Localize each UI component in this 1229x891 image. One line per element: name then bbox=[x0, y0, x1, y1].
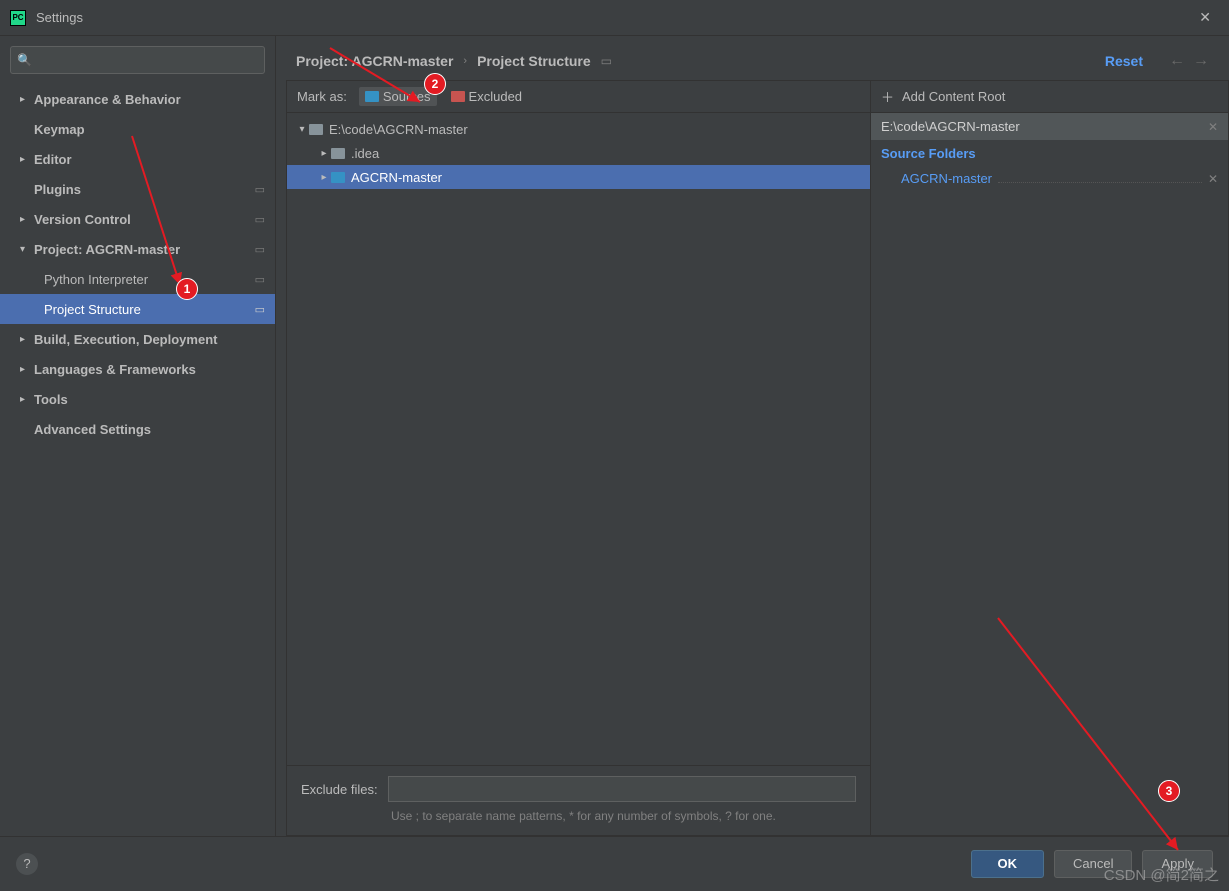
ok-button[interactable]: OK bbox=[971, 850, 1045, 878]
back-icon[interactable]: ← bbox=[1169, 52, 1185, 70]
nav-appearance[interactable]: ▸Appearance & Behavior bbox=[0, 84, 275, 114]
app-icon: PC bbox=[10, 10, 26, 26]
chevron-right-icon[interactable]: ▸ bbox=[317, 148, 331, 159]
search-icon: 🔍 bbox=[17, 53, 32, 67]
mark-excluded-button[interactable]: Excluded bbox=[445, 87, 528, 106]
annotation-2: 2 bbox=[424, 73, 446, 95]
content-root-row[interactable]: E:\code\AGCRN-master ✕ bbox=[871, 113, 1228, 140]
settings-nav: ▸Appearance & Behavior ▸Keymap ▸Editor ▸… bbox=[0, 84, 275, 836]
modified-icon: ▭ bbox=[255, 303, 265, 316]
content-root-panel: ＋ Add Content Root E:\code\AGCRN-master … bbox=[871, 80, 1229, 836]
nav-build[interactable]: ▸Build, Execution, Deployment bbox=[0, 324, 275, 354]
exclude-files-row: Exclude files: Use ; to separate name pa… bbox=[287, 765, 870, 835]
reset-link[interactable]: Reset bbox=[1105, 53, 1143, 69]
folder-excluded-icon bbox=[451, 91, 465, 102]
mark-as-bar: Mark as: Sources Excluded bbox=[287, 81, 870, 113]
nav-keymap[interactable]: ▸Keymap bbox=[0, 114, 275, 144]
exclude-files-label: Exclude files: bbox=[301, 782, 378, 797]
chevron-right-icon[interactable]: ▸ bbox=[317, 172, 331, 183]
folder-icon bbox=[309, 124, 323, 135]
source-folder-item[interactable]: AGCRN-master ✕ bbox=[871, 167, 1228, 190]
window-title: Settings bbox=[36, 10, 1191, 25]
folder-icon bbox=[331, 148, 345, 159]
nav-editor[interactable]: ▸Editor bbox=[0, 144, 275, 174]
body-row: Mark as: Sources Excluded ▾ E:\code\AGCR bbox=[276, 80, 1229, 836]
modified-icon: ▭ bbox=[255, 243, 265, 256]
breadcrumb-page: Project Structure bbox=[477, 53, 591, 69]
chevron-right-icon: › bbox=[463, 55, 467, 67]
folder-sources-icon bbox=[331, 172, 345, 183]
tree-item-idea[interactable]: ▸ .idea bbox=[287, 141, 870, 165]
sidebar: 🔍 ▸Appearance & Behavior ▸Keymap ▸Editor… bbox=[0, 36, 276, 836]
chevron-down-icon[interactable]: ▾ bbox=[295, 124, 309, 135]
help-button[interactable]: ? bbox=[16, 853, 38, 875]
add-content-root-button[interactable]: ＋ Add Content Root bbox=[871, 81, 1228, 113]
plus-icon: ＋ bbox=[881, 87, 894, 106]
folder-tree: ▾ E:\code\AGCRN-master ▸ .idea ▸ AGCRN-m… bbox=[287, 113, 870, 765]
nav-plugins[interactable]: ▸Plugins▭ bbox=[0, 174, 275, 204]
remove-root-icon[interactable]: ✕ bbox=[1208, 120, 1218, 134]
source-folders-heading: Source Folders bbox=[871, 140, 1228, 167]
tree-item-agcrn[interactable]: ▸ AGCRN-master bbox=[287, 165, 870, 189]
watermark: CSDN @简2简之 bbox=[1104, 864, 1219, 885]
main: 🔍 ▸Appearance & Behavior ▸Keymap ▸Editor… bbox=[0, 36, 1229, 836]
exclude-files-input[interactable] bbox=[388, 776, 856, 802]
breadcrumb: Project: AGCRN-master › Project Structur… bbox=[276, 36, 1229, 80]
nav-project-structure[interactable]: Project Structure▭ bbox=[0, 294, 275, 324]
close-icon[interactable]: ✕ bbox=[1191, 5, 1219, 30]
modified-icon: ▭ bbox=[255, 273, 265, 286]
annotation-1: 1 bbox=[176, 278, 198, 300]
search-input-wrapper[interactable]: 🔍 bbox=[10, 46, 265, 74]
forward-icon[interactable]: → bbox=[1193, 52, 1209, 70]
mark-as-label: Mark as: bbox=[297, 89, 347, 104]
breadcrumb-project[interactable]: Project: AGCRN-master bbox=[296, 53, 453, 69]
titlebar: PC Settings ✕ bbox=[0, 0, 1229, 36]
nav-advanced[interactable]: ▸Advanced Settings bbox=[0, 414, 275, 444]
structure-panel: Mark as: Sources Excluded ▾ E:\code\AGCR bbox=[286, 80, 871, 836]
nav-project[interactable]: ▾Project: AGCRN-master▭ bbox=[0, 234, 275, 264]
exclude-files-hint: Use ; to separate name patterns, * for a… bbox=[391, 808, 856, 825]
nav-languages[interactable]: ▸Languages & Frameworks bbox=[0, 354, 275, 384]
annotation-3: 3 bbox=[1158, 780, 1180, 802]
tree-root[interactable]: ▾ E:\code\AGCRN-master bbox=[287, 117, 870, 141]
nav-python-interpreter[interactable]: Python Interpreter▭ bbox=[0, 264, 275, 294]
nav-tools[interactable]: ▸Tools bbox=[0, 384, 275, 414]
content: Project: AGCRN-master › Project Structur… bbox=[276, 36, 1229, 836]
folder-sources-icon bbox=[365, 91, 379, 102]
modified-icon: ▭ bbox=[255, 213, 265, 226]
nav-version-control[interactable]: ▸Version Control▭ bbox=[0, 204, 275, 234]
modified-icon: ▭ bbox=[601, 54, 612, 68]
remove-folder-icon[interactable]: ✕ bbox=[1208, 172, 1218, 186]
modified-icon: ▭ bbox=[255, 183, 265, 196]
search-input[interactable] bbox=[36, 53, 258, 68]
footer: ? OK Cancel Apply bbox=[0, 836, 1229, 890]
